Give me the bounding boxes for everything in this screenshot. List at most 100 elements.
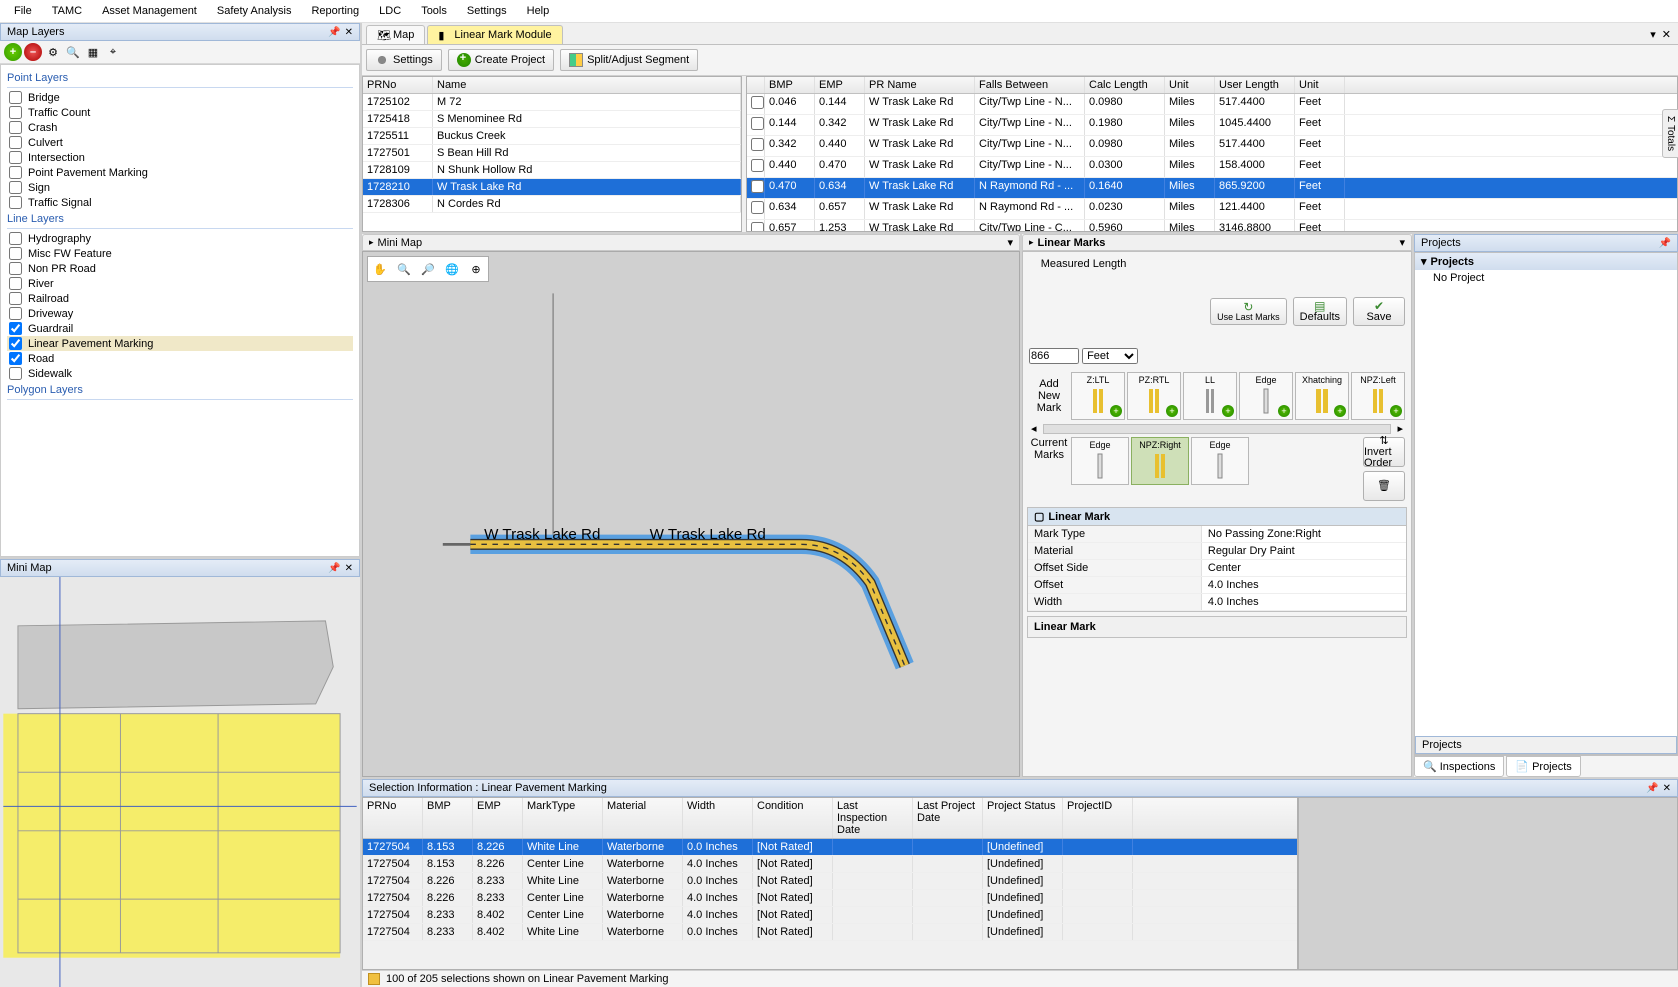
col-header[interactable]: PR Name <box>865 77 975 93</box>
tab-inspections[interactable]: 🔍Inspections <box>1414 756 1504 777</box>
chevron-right-icon[interactable]: ▸ <box>1029 237 1034 248</box>
delete-mark-button[interactable]: 🗑 <box>1363 471 1405 501</box>
tab-linear-mark[interactable]: ▮Linear Mark Module <box>427 25 562 44</box>
col-header[interactable]: MarkType <box>523 798 603 838</box>
add-icon[interactable]: + <box>1334 405 1346 417</box>
layer-checkbox[interactable] <box>9 91 22 104</box>
defaults-button[interactable]: ▤Defaults <box>1293 297 1347 326</box>
pin-icon[interactable]: 📌 <box>328 27 340 38</box>
add-icon[interactable]: + <box>1166 405 1178 417</box>
col-prno[interactable]: PRNo <box>363 77 433 93</box>
table-row[interactable]: 1728109N Shunk Hollow Rd <box>363 162 741 179</box>
table-row[interactable]: 0.3420.440W Trask Lake RdCity/Twp Line -… <box>747 136 1677 157</box>
totals-tab[interactable]: Σ Totals <box>1662 109 1678 158</box>
settings-button[interactable]: Settings <box>366 49 442 71</box>
mark-tile[interactable]: Edge+ <box>1239 372 1293 420</box>
create-project-button[interactable]: Create Project <box>448 49 554 71</box>
table-row[interactable]: 17275048.2338.402White LineWaterborne0.0… <box>363 924 1297 941</box>
remove-layer-button[interactable]: – <box>24 43 42 61</box>
property-row[interactable]: Mark TypeNo Passing Zone:Right <box>1028 526 1406 543</box>
pin-icon[interactable]: 📌 <box>328 563 340 574</box>
close-icon[interactable]: ✕ <box>345 563 353 574</box>
layer-row[interactable]: River <box>7 276 353 291</box>
table-row[interactable]: 0.1440.342W Trask Lake RdCity/Twp Line -… <box>747 115 1677 136</box>
mark-tile[interactable]: PZ:RTL+ <box>1127 372 1181 420</box>
scroll-left[interactable]: ◂ <box>1031 422 1037 435</box>
table-row[interactable]: 1725511Buckus Creek <box>363 128 741 145</box>
col-header[interactable]: Unit <box>1165 77 1215 93</box>
col-header[interactable]: BMP <box>423 798 473 838</box>
close-icon[interactable]: ✕ <box>1662 28 1671 41</box>
col-header[interactable]: Condition <box>753 798 833 838</box>
row-checkbox[interactable] <box>751 201 764 214</box>
layer-checkbox[interactable] <box>9 151 22 164</box>
layer-checkbox[interactable] <box>9 307 22 320</box>
property-value[interactable]: Center <box>1202 560 1406 576</box>
table-row[interactable]: 1725102M 72 <box>363 94 741 111</box>
pin-icon[interactable]: 📌 <box>1659 238 1671 249</box>
col-header[interactable]: BMP <box>765 77 815 93</box>
property-row[interactable]: Offset SideCenter <box>1028 560 1406 577</box>
projects-tree[interactable]: ▾Projects No Project Projects <box>1414 252 1678 755</box>
col-header[interactable]: Falls Between <box>975 77 1085 93</box>
table-row[interactable]: 17275048.1538.226Center LineWaterborne4.… <box>363 856 1297 873</box>
property-value[interactable]: 4.0 Inches <box>1202 577 1406 593</box>
layer-row[interactable]: Intersection <box>7 150 353 165</box>
layer-checkbox[interactable] <box>9 232 22 245</box>
tab-projects[interactable]: 📄Projects <box>1506 756 1580 777</box>
layer-tool-2[interactable]: 🔍 <box>64 43 82 61</box>
col-name[interactable]: Name <box>433 77 741 93</box>
table-row[interactable]: 17275048.2338.402Center LineWaterborne4.… <box>363 907 1297 924</box>
layer-checkbox[interactable] <box>9 181 22 194</box>
segment-grid[interactable]: BMPEMPPR NameFalls BetweenCalc LengthUni… <box>746 76 1678 232</box>
table-row[interactable]: 0.4400.470W Trask Lake RdCity/Twp Line -… <box>747 157 1677 178</box>
menu-tamc[interactable]: TAMC <box>42 2 92 20</box>
layer-checkbox[interactable] <box>9 166 22 179</box>
add-icon[interactable]: + <box>1110 405 1122 417</box>
layer-checkbox[interactable] <box>9 277 22 290</box>
col-header[interactable]: PRNo <box>363 798 423 838</box>
menu-asset[interactable]: Asset Management <box>92 2 207 20</box>
save-button[interactable]: ✔Save <box>1353 297 1405 326</box>
row-checkbox[interactable] <box>751 222 764 231</box>
pin-icon[interactable]: 📌 <box>1646 783 1658 794</box>
add-icon[interactable]: + <box>1278 405 1290 417</box>
selection-grid[interactable]: PRNoBMPEMPMarkTypeMaterialWidthCondition… <box>362 797 1298 970</box>
minimap-canvas[interactable] <box>0 577 360 987</box>
col-header[interactable]: Calc Length <box>1085 77 1165 93</box>
close-icon[interactable]: ✕ <box>1663 783 1671 794</box>
property-value[interactable]: Regular Dry Paint <box>1202 543 1406 559</box>
collapse-icon[interactable]: ▢ <box>1034 510 1044 523</box>
menu-tools[interactable]: Tools <box>411 2 457 20</box>
row-checkbox[interactable] <box>751 117 764 130</box>
layer-row[interactable]: Crash <box>7 120 353 135</box>
layer-checkbox[interactable] <box>9 322 22 335</box>
layer-row[interactable]: Traffic Count <box>7 105 353 120</box>
zoom-out-tool[interactable]: 🔎 <box>418 259 438 279</box>
menu-ldc[interactable]: LDC <box>369 2 411 20</box>
table-row[interactable]: 0.6571.253W Trask Lake RdCity/Twp Line -… <box>747 220 1677 231</box>
current-mark-tile[interactable]: NPZ:Right <box>1131 437 1189 485</box>
layer-checkbox[interactable] <box>9 352 22 365</box>
scroll-right[interactable]: ▸ <box>1397 422 1403 435</box>
property-value[interactable]: No Passing Zone:Right <box>1202 526 1406 542</box>
tab-map[interactable]: 🗺Map <box>366 25 425 44</box>
col-header[interactable]: ProjectID <box>1063 798 1133 838</box>
close-icon[interactable]: ✕ <box>345 27 353 38</box>
project-item[interactable]: No Project <box>1415 270 1677 286</box>
split-segment-button[interactable]: Split/Adjust Segment <box>560 49 698 71</box>
menu-reporting[interactable]: Reporting <box>301 2 369 20</box>
mark-tile[interactable]: NPZ:Left+ <box>1351 372 1405 420</box>
mark-tile[interactable]: Xhatching+ <box>1295 372 1349 420</box>
layer-row[interactable]: Driveway <box>7 306 353 321</box>
layer-checkbox[interactable] <box>9 196 22 209</box>
col-header[interactable]: Last Inspection Date <box>833 798 913 838</box>
col-header[interactable]: Width <box>683 798 753 838</box>
current-mark-tile[interactable]: Edge <box>1071 437 1129 485</box>
layer-tool-1[interactable]: ⚙ <box>44 43 62 61</box>
layer-row[interactable]: Non PR Road <box>7 261 353 276</box>
row-checkbox[interactable] <box>751 138 764 151</box>
layer-row[interactable]: Linear Pavement Marking <box>7 336 353 351</box>
table-row[interactable]: 0.6340.657W Trask Lake RdN Raymond Rd - … <box>747 199 1677 220</box>
add-icon[interactable]: + <box>1390 405 1402 417</box>
